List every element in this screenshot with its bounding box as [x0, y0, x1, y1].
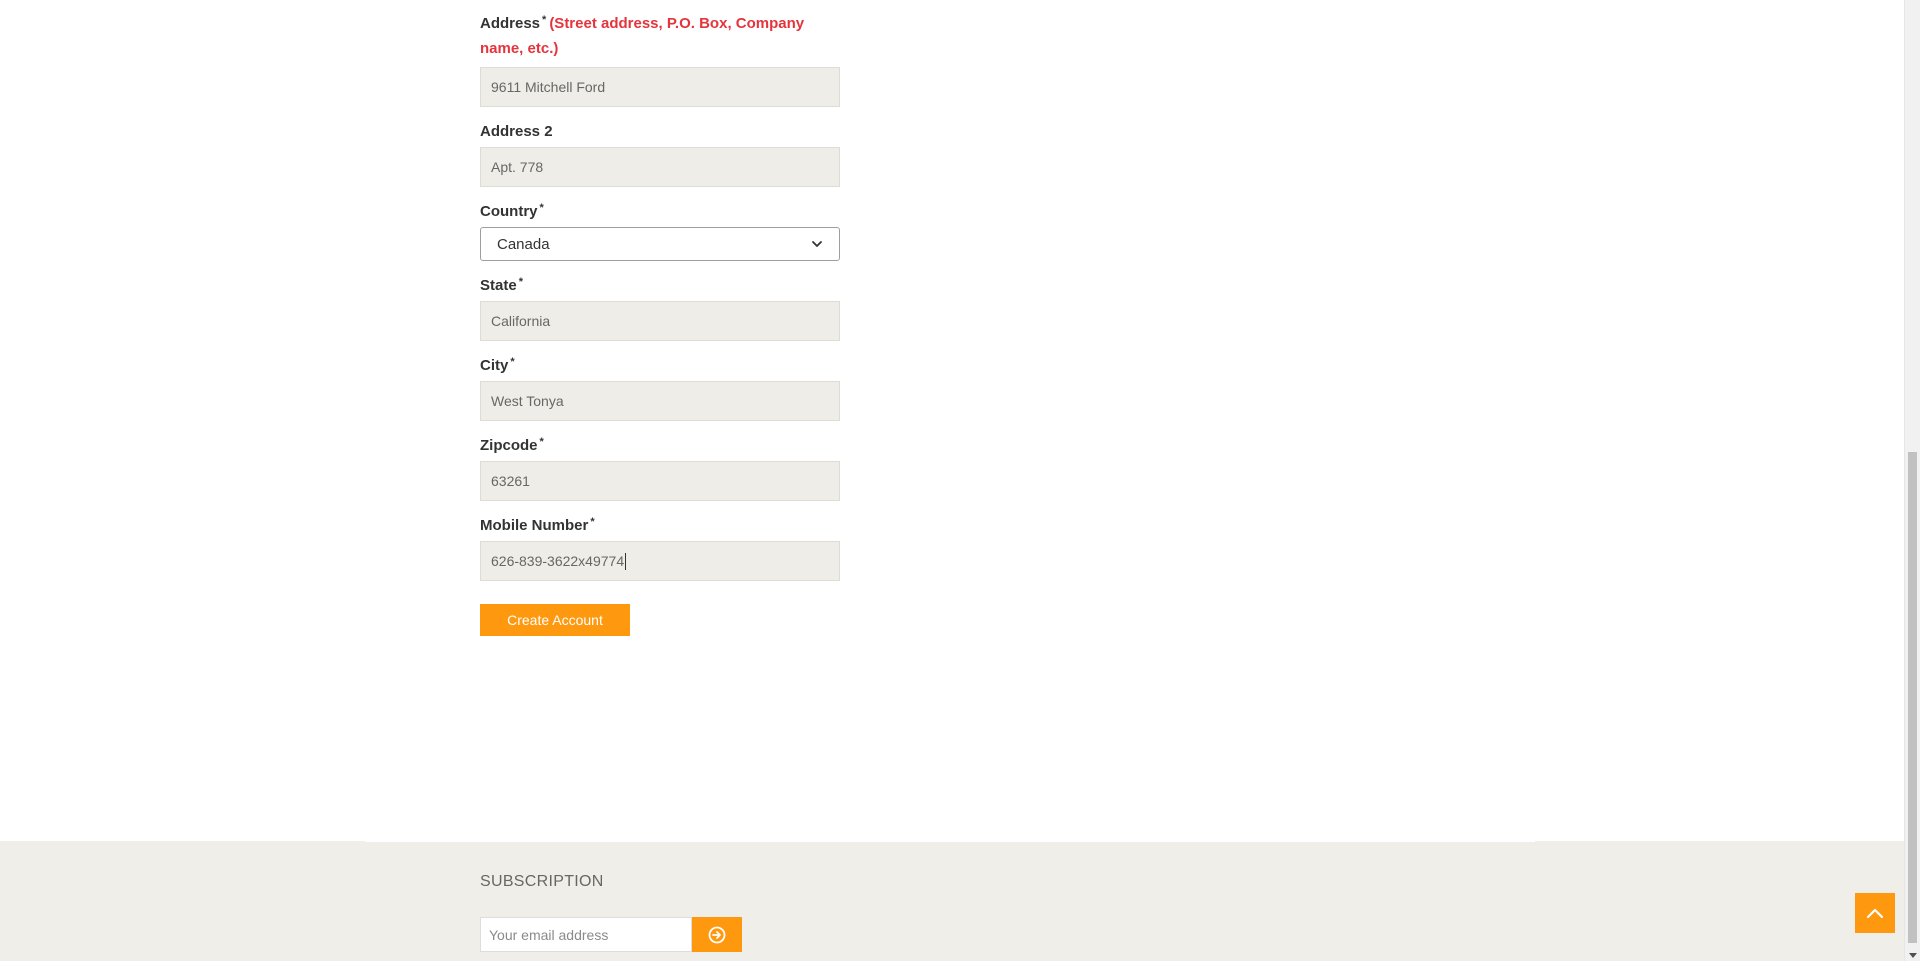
zipcode-label: Zipcode	[480, 437, 538, 454]
mobile-field-group: Mobile Number *	[480, 513, 840, 538]
city-label: City	[480, 357, 509, 374]
mobile-input-value: 626-839-3622x49774	[491, 553, 625, 569]
city-field-group: City *	[480, 353, 840, 378]
arrow-circle-right-icon	[708, 926, 726, 943]
required-mark: *	[590, 516, 595, 528]
mobile-label: Mobile Number	[480, 517, 589, 534]
zipcode-field-group: Zipcode *	[480, 433, 840, 458]
scrollbar-thumb[interactable]	[1908, 452, 1917, 943]
required-mark: *	[542, 14, 547, 26]
address2-input[interactable]: Apt. 778	[480, 147, 840, 187]
address-label: Address	[480, 15, 541, 32]
required-mark: *	[539, 436, 544, 448]
required-mark: *	[510, 356, 515, 368]
country-label-row: Country *	[480, 199, 840, 224]
city-input[interactable]: West Tonya	[480, 381, 840, 421]
address-input[interactable]: 9611 Mitchell Ford	[480, 67, 840, 107]
chevron-down-icon	[812, 241, 822, 247]
chevron-up-icon	[1866, 908, 1884, 919]
country-select[interactable]: Canada	[480, 227, 840, 261]
country-field-group: Country *	[480, 199, 840, 224]
subscription-email-input[interactable]: Your email address	[480, 917, 692, 952]
subscribe-button[interactable]	[692, 917, 742, 952]
mobile-label-row: Mobile Number *	[480, 513, 840, 538]
country-label: Country	[480, 203, 538, 220]
zipcode-input[interactable]: 63261	[480, 461, 840, 501]
mobile-input[interactable]: 626-839-3622x49774	[480, 541, 840, 581]
country-select-wrap: Canada	[480, 227, 840, 261]
address-label-row: Address * (Street address, P.O. Box, Compa…	[480, 11, 840, 61]
city-label-row: City *	[480, 353, 840, 378]
text-caret	[625, 552, 627, 570]
subscription-title: SUBSCRIPTION	[480, 873, 604, 890]
required-mark: *	[518, 276, 523, 288]
zipcode-input-wrap: 63261	[480, 461, 840, 501]
scroll-down-arrow-icon[interactable]	[1909, 953, 1917, 958]
required-mark: *	[539, 202, 544, 214]
city-input-wrap: West Tonya	[480, 381, 840, 421]
state-label: State	[480, 277, 517, 294]
country-selected-value: Canada	[497, 235, 550, 253]
address-input-wrap: 9611 Mitchell Ford	[480, 67, 840, 107]
state-field-group: State *	[480, 273, 840, 298]
address2-label: Address 2	[480, 123, 553, 140]
footer-divider	[365, 841, 1535, 842]
address2-input-wrap: Apt. 778	[480, 147, 840, 187]
state-input[interactable]: California	[480, 301, 840, 341]
footer: SUBSCRIPTION Your email address	[0, 841, 1904, 961]
vertical-scrollbar[interactable]	[1904, 0, 1920, 961]
address-field-group: Address * (Street address, P.O. Box, Compa…	[480, 11, 840, 61]
mobile-input-wrap: 626-839-3622x49774	[480, 541, 840, 581]
zipcode-label-row: Zipcode *	[480, 433, 840, 458]
state-input-wrap: California	[480, 301, 840, 341]
address2-field-group: Address 2	[480, 119, 840, 144]
page: Address * (Street address, P.O. Box, Compa…	[0, 0, 1920, 961]
state-label-row: State *	[480, 273, 840, 298]
scroll-to-top-button[interactable]	[1855, 893, 1895, 933]
create-account-button[interactable]: Create Account	[480, 604, 630, 636]
